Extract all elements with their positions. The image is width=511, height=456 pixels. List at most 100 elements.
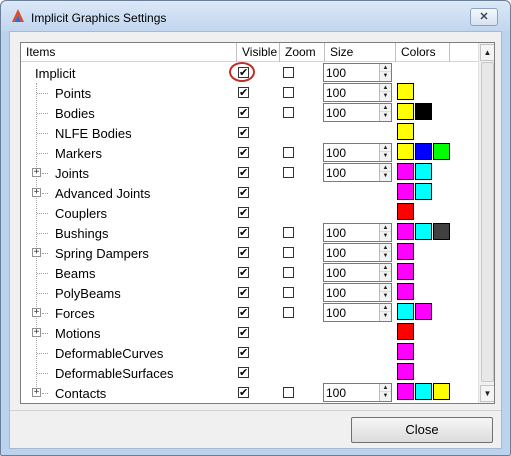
color-swatch[interactable] bbox=[397, 123, 414, 140]
zoom-checkbox[interactable] bbox=[283, 147, 294, 158]
visible-checkbox[interactable]: ✔ bbox=[238, 227, 249, 238]
zoom-checkbox[interactable] bbox=[283, 387, 294, 398]
spin-up-icon[interactable]: ▲ bbox=[380, 224, 391, 232]
spin-down-icon[interactable]: ▼ bbox=[380, 292, 391, 300]
column-header-items[interactable]: Items bbox=[21, 43, 237, 62]
scrollbar-thumb[interactable] bbox=[481, 62, 494, 382]
spin-down-icon[interactable]: ▼ bbox=[380, 232, 391, 240]
spin-up-icon[interactable]: ▲ bbox=[380, 104, 391, 112]
table-row[interactable]: + Spring Dampers ✔ 100 ▲ ▼ bbox=[21, 243, 478, 263]
table-row[interactable]: PolyBeams ✔ 100 ▲ ▼ bbox=[21, 283, 478, 303]
visible-checkbox[interactable]: ✔ bbox=[238, 367, 249, 378]
visible-checkbox[interactable]: ✔ bbox=[238, 127, 249, 138]
size-spinbox[interactable]: 100 ▲ ▼ bbox=[323, 83, 392, 102]
size-spinbox[interactable]: 100 ▲ ▼ bbox=[323, 143, 392, 162]
size-value[interactable]: 100 bbox=[326, 66, 346, 80]
zoom-checkbox[interactable] bbox=[283, 227, 294, 238]
table-row[interactable]: Beams ✔ 100 ▲ ▼ bbox=[21, 263, 478, 283]
column-header-zoom[interactable]: Zoom bbox=[280, 43, 325, 62]
column-header-colors[interactable]: Colors bbox=[396, 43, 450, 62]
visible-checkbox[interactable]: ✔ bbox=[238, 387, 249, 398]
table-row[interactable]: + Joints ✔ 100 ▲ ▼ bbox=[21, 163, 478, 183]
size-spinbox[interactable]: 100 ▲ ▼ bbox=[323, 63, 392, 82]
color-swatch[interactable] bbox=[397, 263, 414, 280]
color-swatch[interactable] bbox=[397, 203, 414, 220]
expand-icon[interactable]: + bbox=[32, 168, 41, 177]
size-spinbox[interactable]: 100 ▲ ▼ bbox=[323, 243, 392, 262]
spin-down-icon[interactable]: ▼ bbox=[380, 152, 391, 160]
size-spinbox[interactable]: 100 ▲ ▼ bbox=[323, 163, 392, 182]
color-swatch[interactable] bbox=[397, 143, 414, 160]
size-value[interactable]: 100 bbox=[326, 306, 346, 320]
expand-icon[interactable]: + bbox=[32, 328, 41, 337]
spin-down-icon[interactable]: ▼ bbox=[380, 312, 391, 320]
color-swatch[interactable] bbox=[397, 223, 414, 240]
spin-down-icon[interactable]: ▼ bbox=[380, 272, 391, 280]
color-swatch[interactable] bbox=[397, 243, 414, 260]
zoom-checkbox[interactable] bbox=[283, 247, 294, 258]
table-row[interactable]: + Forces ✔ 100 ▲ ▼ bbox=[21, 303, 478, 323]
visible-checkbox[interactable]: ✔ bbox=[238, 347, 249, 358]
spin-down-icon[interactable]: ▼ bbox=[380, 252, 391, 260]
spin-up-icon[interactable]: ▲ bbox=[380, 244, 391, 252]
size-spinbox[interactable]: 100 ▲ ▼ bbox=[323, 223, 392, 242]
close-button[interactable]: Close bbox=[351, 417, 493, 443]
zoom-checkbox[interactable] bbox=[283, 287, 294, 298]
visible-checkbox[interactable]: ✔ bbox=[238, 187, 249, 198]
size-value[interactable]: 100 bbox=[326, 266, 346, 280]
table-row[interactable]: + Motions ✔ bbox=[21, 323, 478, 343]
visible-checkbox[interactable]: ✔ bbox=[238, 207, 249, 218]
color-swatch[interactable] bbox=[397, 323, 414, 340]
color-swatch[interactable] bbox=[415, 223, 432, 240]
expand-icon[interactable]: + bbox=[32, 388, 41, 397]
table-row[interactable]: DeformableSurfaces ✔ bbox=[21, 363, 478, 383]
expand-icon[interactable]: + bbox=[32, 188, 41, 197]
visible-checkbox[interactable]: ✔ bbox=[238, 107, 249, 118]
window-close-icon[interactable]: ✕ bbox=[470, 8, 498, 26]
color-swatch[interactable] bbox=[397, 343, 414, 360]
color-swatch[interactable] bbox=[397, 363, 414, 380]
color-swatch[interactable] bbox=[433, 383, 450, 400]
size-spinbox[interactable]: 100 ▲ ▼ bbox=[323, 263, 392, 282]
color-swatch[interactable] bbox=[433, 223, 450, 240]
color-swatch[interactable] bbox=[397, 183, 414, 200]
table-row[interactable]: NLFE Bodies ✔ bbox=[21, 123, 478, 143]
color-swatch[interactable] bbox=[415, 163, 432, 180]
spin-up-icon[interactable]: ▲ bbox=[380, 304, 391, 312]
spin-up-icon[interactable]: ▲ bbox=[380, 164, 391, 172]
table-row[interactable]: Points ✔ 100 ▲ ▼ bbox=[21, 83, 478, 103]
spin-up-icon[interactable]: ▲ bbox=[380, 144, 391, 152]
zoom-checkbox[interactable] bbox=[283, 167, 294, 178]
zoom-checkbox[interactable] bbox=[283, 87, 294, 98]
zoom-checkbox[interactable] bbox=[283, 67, 294, 78]
color-swatch[interactable] bbox=[415, 143, 432, 160]
size-spinbox[interactable]: 100 ▲ ▼ bbox=[323, 103, 392, 122]
vertical-scrollbar[interactable]: ▲ ▼ bbox=[478, 43, 494, 403]
spin-up-icon[interactable]: ▲ bbox=[380, 264, 391, 272]
table-row[interactable]: Markers ✔ 100 ▲ ▼ bbox=[21, 143, 478, 163]
size-value[interactable]: 100 bbox=[326, 246, 346, 260]
expand-icon[interactable]: + bbox=[32, 248, 41, 257]
visible-checkbox[interactable]: ✔ bbox=[238, 247, 249, 258]
color-swatch[interactable] bbox=[415, 183, 432, 200]
scroll-down-icon[interactable]: ▼ bbox=[480, 385, 494, 402]
visible-checkbox[interactable]: ✔ bbox=[238, 87, 249, 98]
size-value[interactable]: 100 bbox=[326, 166, 346, 180]
color-swatch[interactable] bbox=[415, 303, 432, 320]
zoom-checkbox[interactable] bbox=[283, 107, 294, 118]
spin-up-icon[interactable]: ▲ bbox=[380, 384, 391, 392]
zoom-checkbox[interactable] bbox=[283, 267, 294, 278]
visible-checkbox[interactable]: ✔ bbox=[238, 287, 249, 298]
visible-checkbox[interactable]: ✔ bbox=[238, 147, 249, 158]
size-spinbox[interactable]: 100 ▲ ▼ bbox=[323, 283, 392, 302]
color-swatch[interactable] bbox=[433, 143, 450, 160]
table-row[interactable]: Couplers ✔ bbox=[21, 203, 478, 223]
color-swatch[interactable] bbox=[397, 103, 414, 120]
size-value[interactable]: 100 bbox=[326, 226, 346, 240]
spin-down-icon[interactable]: ▼ bbox=[380, 92, 391, 100]
spin-down-icon[interactable]: ▼ bbox=[380, 172, 391, 180]
scroll-up-icon[interactable]: ▲ bbox=[480, 44, 494, 61]
title-bar[interactable]: Implicit Graphics Settings ✕ bbox=[1, 1, 510, 31]
column-header-size[interactable]: Size bbox=[325, 43, 396, 62]
color-swatch[interactable] bbox=[415, 383, 432, 400]
